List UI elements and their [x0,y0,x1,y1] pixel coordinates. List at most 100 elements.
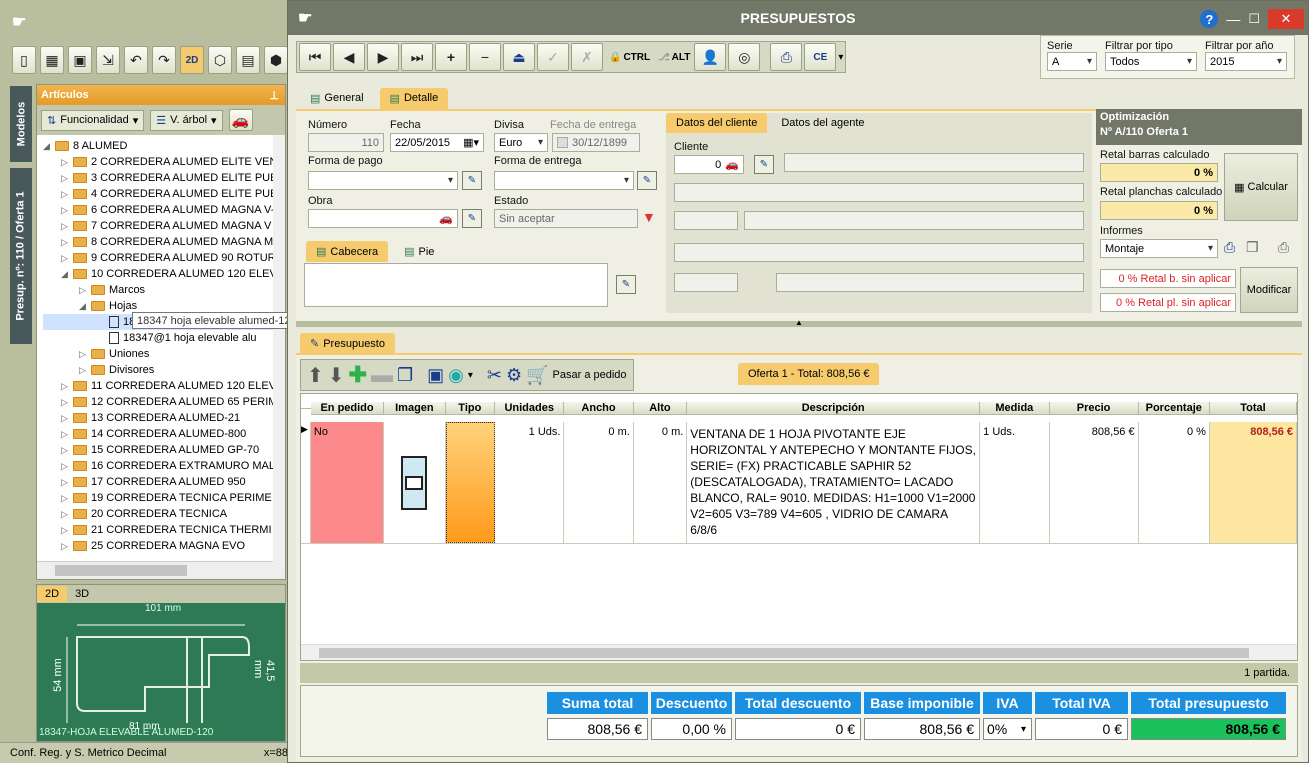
splitter[interactable]: ▲ [296,319,1302,327]
column-header[interactable]: Medida [980,401,1050,415]
column-header[interactable]: Descripción [687,401,981,415]
expand-icon[interactable]: ▷ [61,157,73,168]
minimize-icon[interactable]: — [1226,11,1240,27]
arrow-down-icon[interactable]: ⬇ [328,363,345,388]
expand-icon[interactable]: ▷ [61,381,73,392]
tree-item[interactable]: ▷ Marcos [43,282,285,298]
side-tab-budget[interactable]: Presup. nº: 110 / Oferta 1 [10,168,32,344]
tree-item[interactable]: ▷ 13 CORREDERA ALUMED-21 [43,410,285,426]
binoculars-icon[interactable]: ◎ [728,43,761,71]
column-header[interactable]: En pedido [310,401,385,415]
column-header[interactable]: Alto [633,401,688,415]
tree-item[interactable]: ▷ Divisores [43,362,285,378]
maximize-icon[interactable]: ☐ [1248,11,1260,27]
copy-icon[interactable]: ❐ [397,365,413,386]
forma-pago-select[interactable] [308,171,458,190]
arrow-up-icon[interactable]: ⬆ [307,363,324,388]
expand-icon[interactable]: ▷ [79,349,91,360]
tree-view-dropdown[interactable]: ☰ V. árbol ▾ [150,109,223,131]
tools-icon[interactable]: ✂ [487,365,502,386]
pin-icon[interactable]: ⊥ [269,89,279,102]
help-icon[interactable]: ? [1200,10,1219,28]
car-icon[interactable]: 🚗 [228,109,253,131]
tree-item[interactable]: ▷ 3 CORREDERA ALUMED ELITE PUEF [43,170,285,186]
calcular-button[interactable]: ▦ Calcular [1224,153,1298,221]
save-icon[interactable]: ▣ [68,46,92,74]
expand-icon[interactable]: ▷ [61,445,73,456]
expand-icon[interactable]: ▷ [61,221,73,232]
expand-icon[interactable]: ▷ [61,237,73,248]
tree-item[interactable]: ▷ 19 CORREDERA TECNICA PERIME [43,490,285,506]
car-icon[interactable]: 🚗 [439,212,453,225]
view-2d-alt-icon[interactable]: ▤ [236,46,260,74]
last-record-icon[interactable]: ⏭ [401,43,433,71]
expand-icon[interactable]: ▷ [61,413,73,424]
new-icon[interactable]: ▯ [12,46,36,74]
remove-line-icon[interactable]: ▬ [371,362,393,388]
expand-icon[interactable]: ▷ [61,205,73,216]
tab-datos-cliente[interactable]: Datos del cliente [666,113,768,133]
checkbox-icon[interactable] [557,137,568,148]
cart-icon[interactable]: 🛒 [526,365,548,386]
undo-icon[interactable]: ↶ [124,46,148,74]
cabecera-textarea[interactable] [304,263,608,307]
expand-icon[interactable]: ▷ [61,253,73,264]
add-line-icon[interactable]: ✚ [349,362,367,388]
column-header[interactable]: Ancho [564,401,634,415]
next-record-icon[interactable]: ▶ [367,43,399,71]
side-tab-models[interactable]: Modelos [10,86,32,162]
tab-2d[interactable]: 2D [37,586,68,602]
column-header[interactable]: Imagen [384,401,446,415]
tree-item[interactable]: ◢ 8 ALUMED [43,138,285,154]
tree-item[interactable]: ▷ 16 CORREDERA EXTRAMURO MALL [43,458,285,474]
expand-icon[interactable]: ▷ [61,173,73,184]
tab-cabecera[interactable]: ▤ Cabecera [306,241,389,262]
delete-record-icon[interactable]: − [469,43,501,71]
tree-item[interactable]: ▷ 20 CORREDERA TECNICA [43,506,285,522]
edit-cabecera-icon[interactable]: ✎ [616,275,636,294]
column-header[interactable]: Total [1209,401,1298,415]
descuento-value[interactable]: 0,00 % [651,718,732,740]
expand-icon[interactable]: ◢ [79,301,91,312]
prev-record-icon[interactable]: ◀ [333,43,365,71]
grid-hscrollbar[interactable] [301,644,1297,660]
tab-detalle[interactable]: ▤ Detalle [379,87,449,109]
column-header[interactable]: Tipo [445,401,496,415]
image-icon[interactable]: ▣ [427,365,444,386]
expand-icon[interactable]: ▷ [79,285,91,296]
year-select[interactable]: 2015 [1205,52,1287,71]
alt-button[interactable]: ⎇ ALT [658,52,690,63]
serie-select[interactable]: A [1047,52,1097,71]
expand-icon[interactable]: ◢ [43,141,55,152]
offer-tab[interactable]: Oferta 1 - Total: 808,56 € [738,363,880,385]
tree-item[interactable]: ▷ 6 CORREDERA ALUMED MAGNA V-1 [43,202,285,218]
print-icon[interactable]: ⎙ [1224,239,1235,256]
tab-general[interactable]: ▤ General [300,88,374,109]
tree-item[interactable]: ▷ 2 CORREDERA ALUMED ELITE VENT [43,154,285,170]
check-icon[interactable]: ✓ [537,43,569,71]
add-record-icon[interactable]: + [435,43,467,71]
copy-icon[interactable]: ❐ [1246,239,1259,256]
table-row[interactable]: ▶ No 1 Uds. 0 m. 0 m. VENTANA DE 1 HOJA PIVOT… [301,422,1298,544]
car-icon[interactable]: 🚗 [725,158,739,171]
expand-icon[interactable]: ▷ [61,397,73,408]
close-icon[interactable]: ✕ [1268,9,1304,29]
edit-cliente-icon[interactable]: ✎ [754,155,774,174]
thumbs-down-icon[interactable]: ▼ [642,209,656,225]
numero-field[interactable]: 110 [308,133,384,152]
modificar-button[interactable]: Modificar [1240,267,1298,313]
edit-entrega-icon[interactable]: ✎ [637,171,657,190]
tree-item[interactable]: ▷ 15 CORREDERA ALUMED GP-70 [43,442,285,458]
tree-item[interactable]: ▷ 4 CORREDERA ALUMED ELITE PUEF [43,186,285,202]
type-select[interactable]: Todos [1105,52,1197,71]
forma-entrega-select[interactable] [494,171,634,190]
tree-item[interactable]: ▷ 17 CORREDERA ALUMED 950 [43,474,285,490]
chevron-down-icon[interactable]: ▾ [838,52,843,63]
tab-datos-agente[interactable]: Datos del agente [771,113,874,133]
edit-pago-icon[interactable]: ✎ [462,171,482,190]
expand-icon[interactable]: ▷ [79,365,91,376]
cliente-field[interactable]: 0 🚗 [674,155,744,174]
expand-icon[interactable]: ▷ [61,189,73,200]
fecha-field[interactable]: 22/05/2015 ▦▾ [390,133,484,152]
divisa-select[interactable]: Euro [494,133,548,152]
